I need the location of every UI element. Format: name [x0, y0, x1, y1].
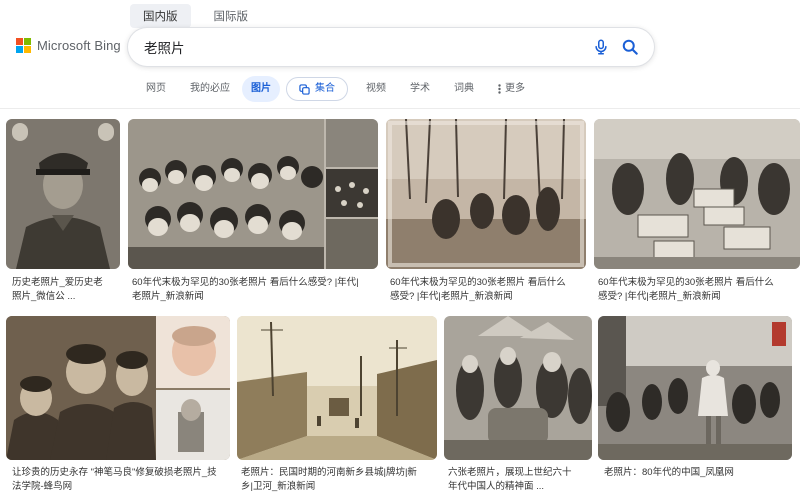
image-result-7[interactable]: 六张老照片，展现上世纪六十 年代中国人的精神面 ... [444, 316, 592, 498]
image-result-6[interactable]: 老照片：民国时期的河南新乡县城|牌坊|新 乡|卫河_新浪新闻 [237, 316, 437, 498]
result-caption-2[interactable]: 60年代末极为罕见的30张老照片 看后什么感受? |年代| 老照片_新浪新闻 [132, 276, 378, 304]
bing-logo[interactable]: Microsoft Bing [16, 38, 121, 53]
result-caption-5[interactable]: 让珍贵的历史永存 "神笔马良"修复破损老照片_技 法学院-蜂鸟网 [12, 466, 230, 494]
result-image-2 [128, 119, 378, 269]
image-result-2[interactable]: 60年代末极为罕见的30张老照片 看后什么感受? |年代| 老照片_新浪新闻 [128, 119, 378, 309]
search-icon[interactable] [620, 37, 640, 57]
logo-text: Microsoft Bing [37, 38, 121, 53]
result-image-4 [594, 119, 800, 269]
header-divider [0, 108, 800, 109]
result-caption-3[interactable]: 60年代末极为罕见的30张老照片 看后什么 感受? |年代|老照片_新浪新闻 [390, 276, 586, 304]
nav-collections[interactable]: 集合 [286, 77, 348, 101]
result-image-3 [386, 119, 586, 269]
result-caption-8[interactable]: 老照片：80年代的中国_凤凰网 [604, 466, 798, 480]
result-image-5 [6, 316, 230, 460]
result-image-6 [237, 316, 437, 460]
search-input[interactable] [128, 39, 568, 55]
result-image-7 [444, 316, 592, 460]
image-result-4[interactable]: 60年代末极为罕见的30张老照片 看后什么 感受? |年代|老照片_新浪新闻 [594, 119, 800, 309]
image-result-8[interactable]: 老照片：80年代的中国_凤凰网 [598, 316, 800, 498]
nav-my-bing[interactable]: 我的必应 [178, 76, 242, 102]
region-tabs: 国内版 国际版 [130, 4, 261, 28]
result-image-8 [598, 316, 792, 460]
microphone-icon[interactable] [592, 38, 610, 56]
nav-academic[interactable]: 学术 [398, 76, 442, 102]
nav-more[interactable]: 更多 [486, 76, 537, 102]
vertical-nav: 网页 我的必应 图片 集合 视频 学术 词典 更多 [134, 76, 537, 102]
image-result-1[interactable]: 历史老照片_爱历史老 照片_微信公 ... [6, 119, 120, 309]
microsoft-logo-icon [16, 38, 31, 53]
more-dots-icon [498, 84, 501, 94]
region-tab-domestic[interactable]: 国内版 [130, 4, 191, 28]
image-result-5[interactable]: 让珍贵的历史永存 "神笔马良"修复破损老照片_技 法学院-蜂鸟网 [6, 316, 230, 498]
nav-videos[interactable]: 视频 [354, 76, 398, 102]
result-caption-7[interactable]: 六张老照片，展现上世纪六十 年代中国人的精神面 ... [448, 466, 592, 494]
nav-collections-label: 集合 [315, 83, 335, 94]
result-image-1 [6, 119, 120, 269]
result-caption-4[interactable]: 60年代末极为罕见的30张老照片 看后什么 感受? |年代|老照片_新浪新闻 [598, 276, 800, 304]
image-result-3[interactable]: 60年代末极为罕见的30张老照片 看后什么 感受? |年代|老照片_新浪新闻 [386, 119, 586, 309]
nav-dictionary[interactable]: 词典 [442, 76, 486, 102]
region-tab-international[interactable]: 国际版 [201, 4, 262, 28]
search-box [128, 28, 654, 66]
nav-more-label: 更多 [505, 83, 525, 94]
nav-web[interactable]: 网页 [134, 76, 178, 102]
result-caption-1[interactable]: 历史老照片_爱历史老 照片_微信公 ... [12, 276, 118, 304]
result-caption-6[interactable]: 老照片：民国时期的河南新乡县城|牌坊|新 乡|卫河_新浪新闻 [241, 466, 437, 494]
collections-icon [299, 83, 310, 95]
nav-images[interactable]: 图片 [242, 76, 280, 102]
